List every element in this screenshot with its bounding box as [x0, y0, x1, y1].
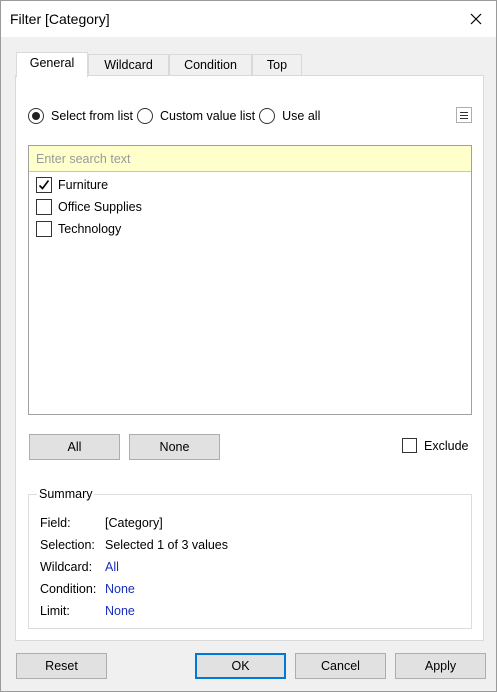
tab-top[interactable]: Top [252, 54, 302, 76]
radio-custom-value-list[interactable]: Custom value list [136, 108, 256, 124]
radio-label: Custom value list [159, 109, 256, 123]
tab-general[interactable]: General [16, 52, 88, 77]
radio-label: Use all [282, 109, 321, 123]
list-item[interactable]: Furniture [36, 175, 108, 195]
radio-select-from-list[interactable]: Select from list [28, 108, 133, 124]
summary-value-link[interactable]: None [105, 604, 135, 618]
search-input[interactable] [29, 146, 471, 172]
cancel-button[interactable]: Cancel [295, 653, 386, 679]
list-item-label: Office Supplies [58, 200, 142, 214]
checkmark-icon [38, 180, 50, 190]
summary-key: Limit: [40, 604, 70, 618]
reset-button[interactable]: Reset [16, 653, 107, 679]
summary-group: Summary Field: [Category] Selection: Sel… [28, 487, 472, 629]
summary-key: Wildcard: [40, 560, 93, 574]
radio-button[interactable] [259, 108, 276, 124]
general-tab-panel: Select from list Custom value list Use a… [15, 75, 484, 641]
selection-mode-group: Select from list Custom value list Use a… [28, 107, 324, 125]
list-options-menu-button[interactable] [456, 107, 472, 123]
close-icon [470, 13, 482, 25]
menu-icon-line [460, 111, 468, 113]
title-bar: Filter [Category] [1, 1, 496, 37]
select-none-button[interactable]: None [129, 434, 220, 460]
close-button[interactable] [462, 5, 490, 33]
summary-key: Field: [40, 516, 71, 530]
exclude-label: Exclude [424, 438, 469, 453]
radio-button[interactable] [28, 108, 44, 124]
ok-button[interactable]: OK [195, 653, 286, 679]
summary-value: [Category] [105, 516, 163, 530]
list-item[interactable]: Office Supplies [36, 197, 142, 217]
summary-value-link[interactable]: None [105, 582, 135, 596]
exclude-option[interactable]: Exclude [402, 438, 468, 453]
summary-key: Selection: [40, 538, 95, 552]
exclude-checkbox[interactable] [402, 438, 417, 453]
filter-dialog: Filter [Category] General Wildcard Condi… [0, 0, 497, 692]
values-listbox: Furniture Office Supplies Technology [28, 145, 472, 415]
summary-value-link[interactable]: All [105, 560, 119, 574]
radio-selected-dot [32, 112, 40, 120]
menu-icon-line [460, 114, 468, 116]
checkbox[interactable] [36, 199, 52, 215]
window-title: Filter [Category] [10, 11, 110, 27]
checkbox[interactable] [36, 221, 52, 237]
select-all-button[interactable]: All [29, 434, 120, 460]
summary-key: Condition: [40, 582, 97, 596]
checkbox[interactable] [36, 177, 52, 193]
summary-legend: Summary [37, 487, 95, 501]
summary-value: Selected 1 of 3 values [105, 538, 228, 552]
radio-label: Select from list [51, 109, 133, 123]
list-item[interactable]: Technology [36, 219, 121, 239]
tab-condition[interactable]: Condition [169, 54, 252, 76]
list-item-label: Furniture [58, 178, 109, 192]
list-item-label: Technology [58, 222, 122, 236]
radio-button[interactable] [136, 108, 153, 124]
radio-use-all[interactable]: Use all [259, 108, 320, 124]
menu-icon-line [460, 117, 468, 119]
tab-wildcard[interactable]: Wildcard [88, 54, 169, 76]
apply-button[interactable]: Apply [395, 653, 486, 679]
